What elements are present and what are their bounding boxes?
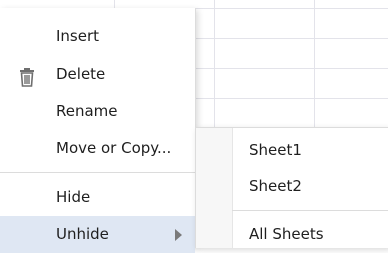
submenu-item-sheet1[interactable]: Sheet1	[196, 132, 388, 168]
menu-item-insert[interactable]: Insert	[0, 18, 195, 55]
submenu-item-sheet2[interactable]: Sheet2	[196, 168, 388, 204]
menu-item-label: Move or Copy...	[56, 139, 172, 157]
menu-item-label: Rename	[56, 102, 118, 120]
trash-icon	[17, 64, 37, 87]
menu-separator	[0, 172, 195, 173]
unhide-submenu: Sheet1 Sheet2 All Sheets	[195, 127, 388, 248]
menu-item-move-or-copy[interactable]: Move or Copy...	[0, 130, 195, 167]
menu-item-label: Delete	[56, 65, 106, 83]
menu-item-hide[interactable]: Hide	[0, 179, 195, 216]
submenu-arrow-icon	[175, 229, 182, 241]
submenu-separator	[232, 210, 388, 211]
menu-item-label: Hide	[56, 188, 91, 206]
sheet-context-menu: Insert Delete Rename Move or Copy... Hid…	[0, 8, 196, 253]
menu-item-delete[interactable]: Delete	[0, 56, 195, 93]
submenu-item-label: Sheet1	[249, 141, 302, 159]
submenu-item-label: Sheet2	[249, 177, 302, 195]
menu-item-label: Unhide	[56, 225, 109, 243]
menu-item-label: Insert	[56, 27, 100, 45]
menu-item-unhide[interactable]: Unhide	[0, 216, 195, 253]
menu-item-rename[interactable]: Rename	[0, 93, 195, 130]
